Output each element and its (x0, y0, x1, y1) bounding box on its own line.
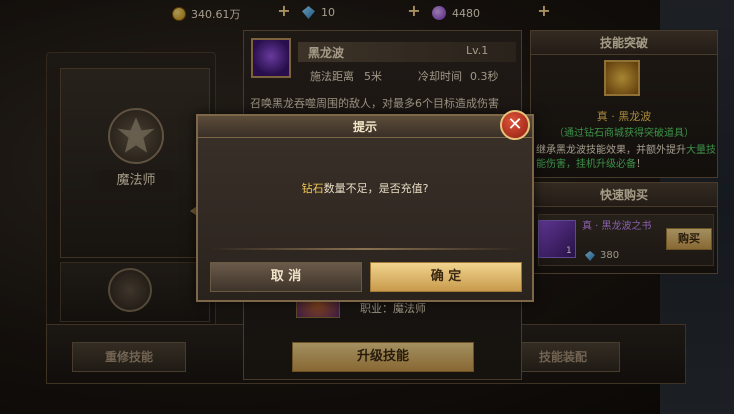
cancel-button[interactable]: 取 消 (210, 262, 362, 292)
confirm-button[interactable]: 确 定 (370, 262, 522, 292)
dialog-message: 钻石数量不足，是否充值? (198, 180, 532, 196)
dialog-divider (210, 248, 520, 250)
close-icon[interactable]: ✕ (500, 110, 530, 140)
dialog-message-highlight: 钻石 (301, 182, 324, 195)
dialog-title: 提示 (198, 116, 532, 138)
dialog-message-text: 数量不足，是否充值? (323, 182, 429, 195)
